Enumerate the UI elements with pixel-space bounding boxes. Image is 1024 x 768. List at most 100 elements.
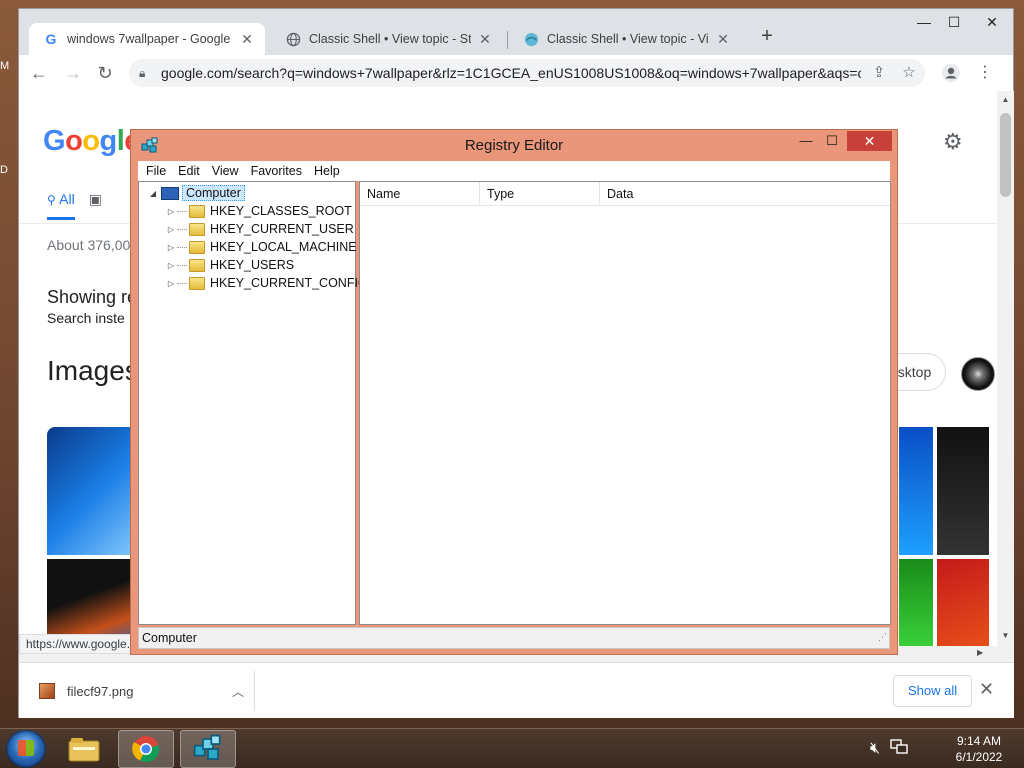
tab-all[interactable]: ⚲ All xyxy=(47,191,75,220)
address-bar[interactable]: 🔒︎ google.com/search?q=windows+7wallpape… xyxy=(129,59,925,87)
menu-edit[interactable]: Edit xyxy=(172,161,206,181)
column-header-type[interactable]: Type xyxy=(480,182,600,205)
profile-avatar-icon[interactable] xyxy=(939,61,963,85)
file-explorer-taskbar-icon[interactable] xyxy=(56,730,112,768)
folder-icon xyxy=(189,258,205,272)
search-icon: ⚲ xyxy=(47,193,60,207)
folder-icon xyxy=(189,276,205,290)
download-item[interactable]: filecf97.png ︿ xyxy=(29,671,255,711)
close-button[interactable]: ✕ xyxy=(847,131,892,151)
image-tab-icon[interactable]: ▣ xyxy=(89,191,102,220)
tree-node-label: HKEY_CLASSES_ROOT xyxy=(210,204,352,218)
resize-grip-icon[interactable]: ⋰ xyxy=(878,627,887,647)
image-filter-chip-thumbnail[interactable] xyxy=(961,357,995,391)
new-tab-button[interactable]: + xyxy=(755,25,779,49)
show-all-downloads-button[interactable]: Show all xyxy=(893,675,973,707)
desktop-label-fragment: M xyxy=(0,60,10,72)
computer-icon xyxy=(161,186,179,200)
registry-editor-taskbar-icon[interactable] xyxy=(180,730,236,768)
maximize-button[interactable]: ☐ xyxy=(939,11,969,35)
lock-icon: 🔒︎ xyxy=(139,65,146,80)
images-heading: Images xyxy=(47,355,139,386)
expand-triangle-icon[interactable]: ▷ xyxy=(165,261,177,270)
tab-strip: G windows 7wallpaper - Google Se ✕ Class… xyxy=(19,9,1013,55)
tree-node-label: HKEY_LOCAL_MACHINE xyxy=(210,240,357,254)
tree-node-hive[interactable]: ▷ HKEY_CURRENT_USER xyxy=(165,220,354,238)
list-header: Name Type Data xyxy=(360,182,890,206)
image-thumbnail[interactable] xyxy=(937,559,989,646)
expand-triangle-icon[interactable]: ▷ xyxy=(165,279,177,288)
bookmark-star-icon[interactable]: ☆ xyxy=(899,63,919,83)
tree-node-computer[interactable]: ◢ Computer xyxy=(147,184,245,202)
google-logo[interactable]: Google xyxy=(43,125,140,158)
tab-all-label: All xyxy=(59,191,75,207)
tree-node-hive[interactable]: ▷ HKEY_CURRENT_CONFIG xyxy=(165,274,368,292)
clock[interactable]: 9:14 AM 6/1/2022 xyxy=(940,733,1018,765)
minimize-button[interactable]: — xyxy=(909,11,939,35)
image-thumbnail[interactable] xyxy=(899,559,933,646)
expand-triangle-icon[interactable]: ▷ xyxy=(165,243,177,252)
collapse-triangle-icon[interactable]: ◢ xyxy=(147,189,159,198)
tree-node-hive[interactable]: ▷ HKEY_USERS xyxy=(165,256,294,274)
close-shelf-icon[interactable]: ✕ xyxy=(979,679,994,700)
tree-node-hive[interactable]: ▷ HKEY_CLASSES_ROOT xyxy=(165,202,352,220)
menu-favorites[interactable]: Favorites xyxy=(245,161,308,181)
column-header-name[interactable]: Name xyxy=(360,182,480,205)
folder-icon xyxy=(189,222,205,236)
scroll-right-arrow-icon[interactable]: ▶ xyxy=(977,648,983,657)
tab-google-search[interactable]: G windows 7wallpaper - Google Se ✕ xyxy=(29,23,265,55)
search-type-tabs: ⚲ All ▣ xyxy=(47,191,102,220)
menu-file[interactable]: File xyxy=(140,161,172,181)
results-stats: About 376,00 xyxy=(47,237,131,253)
column-header-data[interactable]: Data xyxy=(600,182,890,205)
close-tab-icon[interactable]: ✕ xyxy=(239,31,255,48)
tab-title: Classic Shell • View topic - Vista c xyxy=(547,32,709,46)
close-tab-icon[interactable]: ✕ xyxy=(477,31,493,48)
chrome-taskbar-icon[interactable] xyxy=(118,730,174,768)
clock-date: 6/1/2022 xyxy=(955,750,1003,764)
back-arrow-icon[interactable]: ← xyxy=(27,61,51,85)
share-icon[interactable]: ⇪ xyxy=(869,63,889,83)
scrollbar-thumb[interactable] xyxy=(1000,113,1011,197)
tree-node-label: HKEY_USERS xyxy=(210,258,295,272)
image-thumbnail[interactable] xyxy=(937,427,989,555)
key-tree-pane[interactable]: ◢ Computer ▷ HKEY_CLASSES_ROOT ▷ HKEY_CU… xyxy=(138,181,368,625)
menu-kebab-icon[interactable]: ⋮ xyxy=(973,61,997,85)
scroll-down-arrow-icon[interactable]: ▼ xyxy=(997,631,1014,640)
tab-classic-shell-start[interactable]: Classic Shell • View topic - Start M ✕ xyxy=(271,23,503,55)
tab-separator xyxy=(507,31,508,49)
image-thumbnail[interactable] xyxy=(899,427,933,555)
url-text[interactable]: google.com/search?q=windows+7wallpaper&r… xyxy=(161,65,861,81)
title-bar[interactable]: Registry Editor — ☐ ✕ xyxy=(131,130,897,160)
desktop-label-fragment: D xyxy=(0,164,8,176)
image-file-icon xyxy=(39,683,55,699)
google-favicon-icon: G xyxy=(45,31,57,47)
tree-node-label: HKEY_CURRENT_CONFIG xyxy=(210,276,368,290)
tab-classic-shell-vista[interactable]: Classic Shell • View topic - Vista c ✕ xyxy=(509,23,741,55)
scroll-up-arrow-icon[interactable]: ▲ xyxy=(997,95,1014,104)
close-tab-icon[interactable]: ✕ xyxy=(715,31,731,48)
values-list-pane[interactable]: Name Type Data xyxy=(359,181,891,625)
expand-triangle-icon[interactable]: ▷ xyxy=(165,207,177,216)
settings-gear-icon[interactable]: ⚙ xyxy=(943,129,963,155)
start-button[interactable] xyxy=(6,730,46,768)
volume-muted-icon[interactable]: 🔇︎ xyxy=(870,740,880,758)
search-instead-link[interactable]: Search inste xyxy=(47,310,125,326)
tab-title: windows 7wallpaper - Google Se xyxy=(67,32,233,46)
expand-triangle-icon[interactable]: ▷ xyxy=(165,225,177,234)
globe-favicon-icon xyxy=(285,31,301,47)
menu-help[interactable]: Help xyxy=(308,161,346,181)
minimize-button[interactable]: — xyxy=(795,131,817,151)
close-window-button[interactable]: ✕ xyxy=(977,11,1007,35)
forward-arrow-icon[interactable]: → xyxy=(61,61,85,85)
maximize-button[interactable]: ☐ xyxy=(821,131,843,151)
spelling-correction: Showing re xyxy=(47,287,138,307)
window-title: Registry Editor xyxy=(464,137,564,154)
menu-view[interactable]: View xyxy=(206,161,245,181)
browser-toolbar: ← → ↻ 🔒︎ google.com/search?q=windows+7wa… xyxy=(19,55,1013,91)
chevron-up-icon[interactable]: ︿ xyxy=(232,683,254,700)
reload-icon[interactable]: ↻ xyxy=(93,61,117,85)
tree-node-hive[interactable]: ▷ HKEY_LOCAL_MACHINE xyxy=(165,238,357,256)
network-icon[interactable] xyxy=(890,738,908,760)
vertical-scrollbar[interactable]: ▲ ▼ xyxy=(997,91,1014,646)
